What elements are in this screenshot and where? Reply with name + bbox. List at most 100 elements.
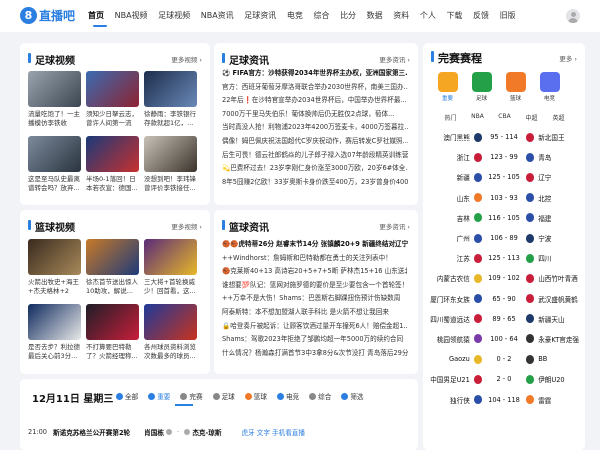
fixture-row[interactable]: 山东 103 - 93 北控 — [423, 188, 585, 208]
video-item[interactable]: 流量吃饱了！一主播模仿李铁收头，... — [28, 71, 81, 136]
nav-item-feedback[interactable]: 反馈 — [473, 10, 489, 21]
news-item[interactable]: ++Windhorst：詹姆斯和巴特勒都在勇士的关注列表中！ — [222, 252, 408, 266]
news-item[interactable]: 偶像！姆巴佩庆祝法国超代C罗庆祝动作，赛后转发C罗社媒照... — [222, 135, 408, 149]
fixture-row[interactable]: Gaozu 0 - 2 BB — [423, 349, 585, 369]
filter-finished[interactable]: 完赛 — [180, 391, 203, 401]
fixture-row[interactable]: 新疆 125 - 105 辽宁 — [423, 167, 585, 187]
video-thumbnail[interactable] — [144, 136, 197, 172]
video-caption[interactable]: 不打算要巴特勒了？火箭经理称... — [86, 343, 139, 362]
filter-esports[interactable]: 电竞 — [276, 391, 299, 401]
league-tab-csl[interactable]: 中超 — [518, 113, 545, 122]
fixture-row[interactable]: 厦门环东女族 65 - 90 武汉盛帆黄鹤 — [423, 289, 585, 309]
news-item[interactable]: 💫巴费杯过去！23岁李刚仁身价涨至3000万欧，20岁6#体全... — [222, 162, 408, 176]
filter-football[interactable]: 足球 — [212, 391, 235, 401]
video-caption[interactable]: 流量吃饱了！一主播模仿李铁收头，... — [28, 110, 81, 129]
sport-basketball[interactable]: 篮球 — [499, 72, 532, 102]
nav-item-home[interactable]: 首页 — [88, 10, 104, 21]
news-item[interactable]: 🔒哈登奏斤被起诉：让顾客饮酒过量开车撞死6人！赔偿金超1... — [222, 320, 408, 334]
filter-filter[interactable]: 筛选 — [341, 391, 364, 401]
video-thumbnail[interactable] — [28, 304, 81, 340]
user-avatar-icon[interactable] — [566, 9, 580, 23]
nav-item-football-news[interactable]: 足球资讯 — [244, 10, 276, 21]
news-item[interactable]: 22年后❗在沙特官宣举办2034世界杯后，中国举办世界杯最... — [222, 94, 408, 108]
video-caption[interactable]: 火箭出牧史+海王+杰夫格林+2首... — [28, 278, 81, 297]
nav-item-scores[interactable]: 比分 — [340, 10, 356, 21]
news-item[interactable]: 阿泰斯特：本不想加盟湖人联手科比 是火箭不想让我回来 — [222, 306, 408, 320]
nav-item-stats[interactable]: 数据 — [367, 10, 383, 21]
video-item[interactable]: 半场0-1落回！日本若衣宣：德国... — [86, 136, 139, 201]
video-caption[interactable]: 没想到吧！李玮锋曾评价李铁接任... — [144, 175, 197, 194]
basketball-news-more-link[interactable]: 更多资讯 › — [379, 221, 410, 231]
filter-all[interactable]: 全部 — [116, 391, 138, 401]
news-item[interactable]: 官方：西班牙葡萄牙摩洛哥联合举办2030世界杯，南美三国办... — [222, 81, 408, 95]
news-item[interactable]: ++万幸不是大伤！Shams：巴恩斯右脚踝扭伤预计伤缺数周 — [222, 292, 408, 306]
video-item[interactable]: 徐杰首节送出惊人10助攻，解说... — [86, 239, 139, 304]
fixtures-more-link[interactable]: 更多 › — [559, 53, 577, 63]
video-caption[interactable]: 这是至马队史最离谱转会吗？放弃... — [28, 175, 81, 194]
news-item[interactable]: 谁想要💯队记：篮网对施罗德的要价是至少要包含一个首轮签！ — [222, 279, 408, 293]
fixture-row[interactable]: 中国男足U21 2 - 0 伊朗U20 — [423, 369, 585, 389]
video-item[interactable]: 这是至马队史最离谱转会吗？放弃... — [28, 136, 81, 201]
sport-esports[interactable]: 电竞 — [533, 72, 566, 102]
video-thumbnail[interactable] — [86, 136, 139, 172]
video-thumbnail[interactable] — [28, 239, 81, 275]
video-thumbnail[interactable] — [86, 239, 139, 275]
nav-item-nba-video[interactable]: NBA视频 — [115, 10, 148, 21]
news-item[interactable]: 7000万干里马失伯乐！葡体换帅后仍无胜仅2点球，萄体... — [222, 108, 408, 122]
football-news-more-link[interactable]: 更多资讯 › — [379, 54, 410, 64]
football-videos-more-link[interactable]: 更多视频 › — [171, 54, 202, 64]
video-item[interactable]: 三大将+首轮换威少！回首看，这... — [144, 239, 197, 304]
video-thumbnail[interactable] — [86, 71, 139, 107]
news-item[interactable]: 当时真没人抢！利物浦2023年4200万签麦卡，4000万签暮拉... — [222, 121, 408, 135]
video-thumbnail[interactable] — [144, 304, 197, 340]
league-tab-cba[interactable]: CBA — [491, 113, 518, 122]
news-item[interactable]: ⚽ FIFA官方：沙特获得2034年世界杯主办权，亚洲国家第三... — [222, 67, 408, 81]
video-caption[interactable]: 徐静雨：李铁银行存款就超1亿，... — [144, 110, 197, 129]
fixture-row[interactable]: 江苏 125 - 113 四川 — [423, 248, 585, 268]
nav-item-old-version[interactable]: 旧版 — [500, 10, 516, 21]
video-caption[interactable]: 须知少日拏云志，曾许人间第一流 — [86, 110, 139, 129]
video-thumbnail[interactable] — [144, 239, 197, 275]
video-thumbnail[interactable] — [28, 136, 81, 172]
news-item[interactable]: Shams：驾歌2023年拒绝了邹鹏均超一年5000万的续约合同 — [222, 333, 408, 347]
fixture-row[interactable]: 吉林 116 - 105 福建 — [423, 208, 585, 228]
video-caption[interactable]: 是否去步？利拉德最后关心前3分... — [28, 343, 81, 362]
video-thumbnail[interactable] — [144, 71, 197, 107]
fixture-row[interactable]: 独行侠 104 - 118 雷霆 — [423, 389, 585, 409]
nav-item-football-video[interactable]: 足球视频 — [158, 10, 190, 21]
nav-item-personal[interactable]: 个人 — [420, 10, 436, 21]
fixture-row[interactable]: 四川蜀道远达 89 - 65 新疆天山 — [423, 309, 585, 329]
league-tab-nba[interactable]: NBA — [464, 113, 491, 122]
video-thumbnail[interactable] — [86, 304, 139, 340]
fixture-row[interactable]: 浙江 123 - 99 青岛 — [423, 147, 585, 167]
news-item[interactable]: 什么情况？杨瀚森打满首节3中3拿8分&次节没打 青岛落后29分 — [222, 347, 408, 361]
news-item[interactable]: 8年5囧赚2亿欧！33岁奥斯卡身价跌至400万，23岁曾身价400... — [222, 176, 408, 190]
sport-football[interactable]: 足球 — [465, 72, 498, 102]
nav-item-info[interactable]: 资料 — [393, 10, 409, 21]
filter-important[interactable]: 重要 — [148, 391, 170, 401]
video-caption[interactable]: 各州球员资料浏览次数最多的球员... — [144, 343, 197, 362]
fixture-row[interactable]: 桃园领航猿 100 - 64 永豪KT官走强 — [423, 329, 585, 349]
video-item[interactable]: 须知少日拏云志，曾许人间第一流 — [86, 71, 139, 136]
news-item[interactable]: 🏀克莱斯40+13 高诗岩20+5+7+5断 萨林杰15+16 山东送北控... — [222, 265, 408, 279]
site-logo[interactable]: 8 直播吧 — [20, 7, 75, 24]
news-item[interactable]: 后生可畏！德云社郎鹤焱的儿子郎子禄入选07年龄段精英训练营 — [222, 149, 408, 163]
video-item[interactable]: 徐静雨：李铁银行存款就超1亿，... — [144, 71, 197, 136]
nav-item-download[interactable]: 下载 — [446, 10, 462, 21]
filter-general[interactable]: 综合 — [309, 391, 331, 401]
video-item[interactable]: 各州球员资料浏览次数最多的球员... — [144, 304, 197, 369]
video-item[interactable]: 没想到吧！李玮锋曾评价李铁接任... — [144, 136, 197, 201]
filter-basketball[interactable]: 篮球 — [244, 391, 267, 401]
news-item[interactable]: 🏀🏀虎特蒂26分 赵睿末节14分 张镇麟20+9 新疆终结对辽宁... — [222, 238, 408, 252]
video-caption[interactable]: 三大将+首轮换威少！回首看，这... — [144, 278, 197, 297]
video-caption[interactable]: 半场0-1落回！日本若衣宣：德国... — [86, 175, 139, 194]
league-tab-hot[interactable]: 热门 — [437, 113, 464, 122]
sport-important[interactable]: 重要 — [431, 72, 464, 102]
nav-item-general[interactable]: 综合 — [313, 10, 329, 21]
video-item[interactable]: 是否去步？利拉德最后关心前3分... — [28, 304, 81, 369]
fixture-row[interactable]: 广州 106 - 89 宁波 — [423, 228, 585, 248]
league-tab-epl[interactable]: 英超 — [545, 113, 572, 122]
basketball-videos-more-link[interactable]: 更多视频 › — [171, 221, 202, 231]
video-item[interactable]: 不打算要巴特勒了？火箭经理称... — [86, 304, 139, 369]
video-thumbnail[interactable] — [28, 71, 81, 107]
